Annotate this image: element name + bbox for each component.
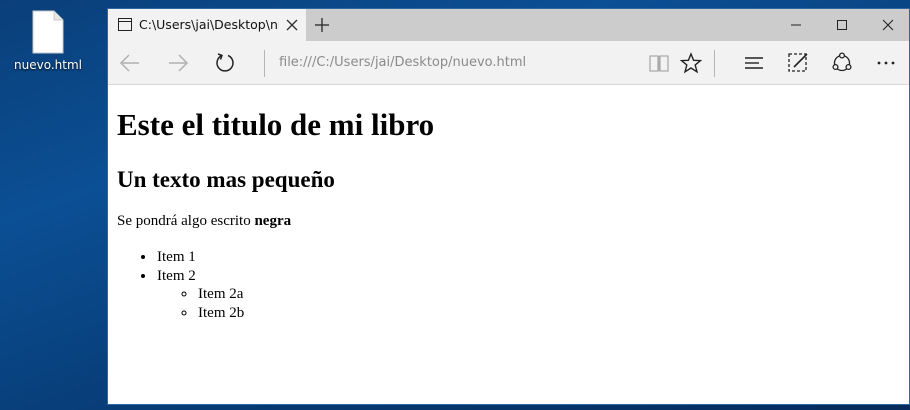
list-item: Item 1 (156, 248, 244, 267)
refresh-button[interactable] (209, 47, 241, 79)
nested-list-item: Item 2a (197, 285, 244, 304)
back-arrow-icon (119, 54, 139, 72)
more-button[interactable] (870, 47, 902, 79)
web-note-icon (788, 53, 808, 72)
nested-list-item: Item 2b (197, 304, 244, 323)
address-bar[interactable]: file:///C:/Users/jai/Desktop/nuevo.html (272, 47, 632, 79)
maximize-button[interactable] (819, 9, 865, 41)
reading-view-icon (649, 55, 669, 72)
back-button[interactable] (114, 47, 146, 79)
forward-arrow-icon (169, 54, 189, 72)
new-tab-icon[interactable] (312, 15, 332, 35)
tab-title: C:\Users\jai\Desktop\nu (139, 17, 279, 32)
desktop-file-label: nuevo.html (14, 58, 82, 72)
minimize-icon (791, 24, 801, 26)
browser-tab[interactable]: C:\Users\jai\Desktop\nu (108, 9, 306, 41)
desktop-file-nuevo-html[interactable]: nuevo.html (10, 6, 86, 76)
page-content: Este el titulo de mi libro Un texto mas … (108, 86, 909, 404)
navigation-toolbar: file:///C:/Users/jai/Desktop/nuevo.html (108, 41, 909, 85)
toolbar-separator (714, 50, 715, 77)
hub-button[interactable] (738, 47, 770, 79)
page-paragraph: Se pondrá algo escrito negra (117, 213, 291, 230)
title-bar: C:\Users\jai\Desktop\nu (108, 9, 909, 41)
web-note-button[interactable] (782, 47, 814, 79)
close-window-button[interactable] (865, 9, 909, 41)
share-icon (832, 52, 852, 72)
star-icon (680, 52, 702, 74)
bullet-list: Item 1 Item 2 Item 2a Item 2b (156, 248, 244, 322)
list-item: Item 2 Item 2a Item 2b (156, 267, 244, 323)
page-tab-icon (118, 18, 132, 31)
nested-list: Item 2a Item 2b (197, 285, 244, 322)
paragraph-text: Se pondrá algo escrito (117, 213, 255, 229)
paragraph-bold-text: negra (254, 213, 292, 229)
favorite-button[interactable] (675, 47, 707, 79)
refresh-icon (216, 53, 234, 72)
hub-icon (745, 57, 763, 69)
maximize-icon (837, 20, 847, 30)
minimize-button[interactable] (773, 9, 819, 41)
forward-button[interactable] (162, 47, 194, 79)
page-heading-1: Este el titulo de mi libro (117, 107, 435, 142)
list-item-text: Item 2 (157, 267, 196, 284)
more-icon (877, 61, 895, 65)
share-button[interactable] (826, 47, 858, 79)
html-file-icon (32, 10, 64, 54)
close-icon (882, 19, 894, 31)
toolbar-separator (264, 50, 265, 77)
close-tab-icon[interactable] (284, 17, 300, 33)
page-heading-2: Un texto mas pequeño (117, 167, 335, 192)
reading-view-button[interactable] (643, 47, 675, 79)
browser-window: C:\Users\jai\Desktop\nu file:///C:/Users… (107, 8, 910, 405)
